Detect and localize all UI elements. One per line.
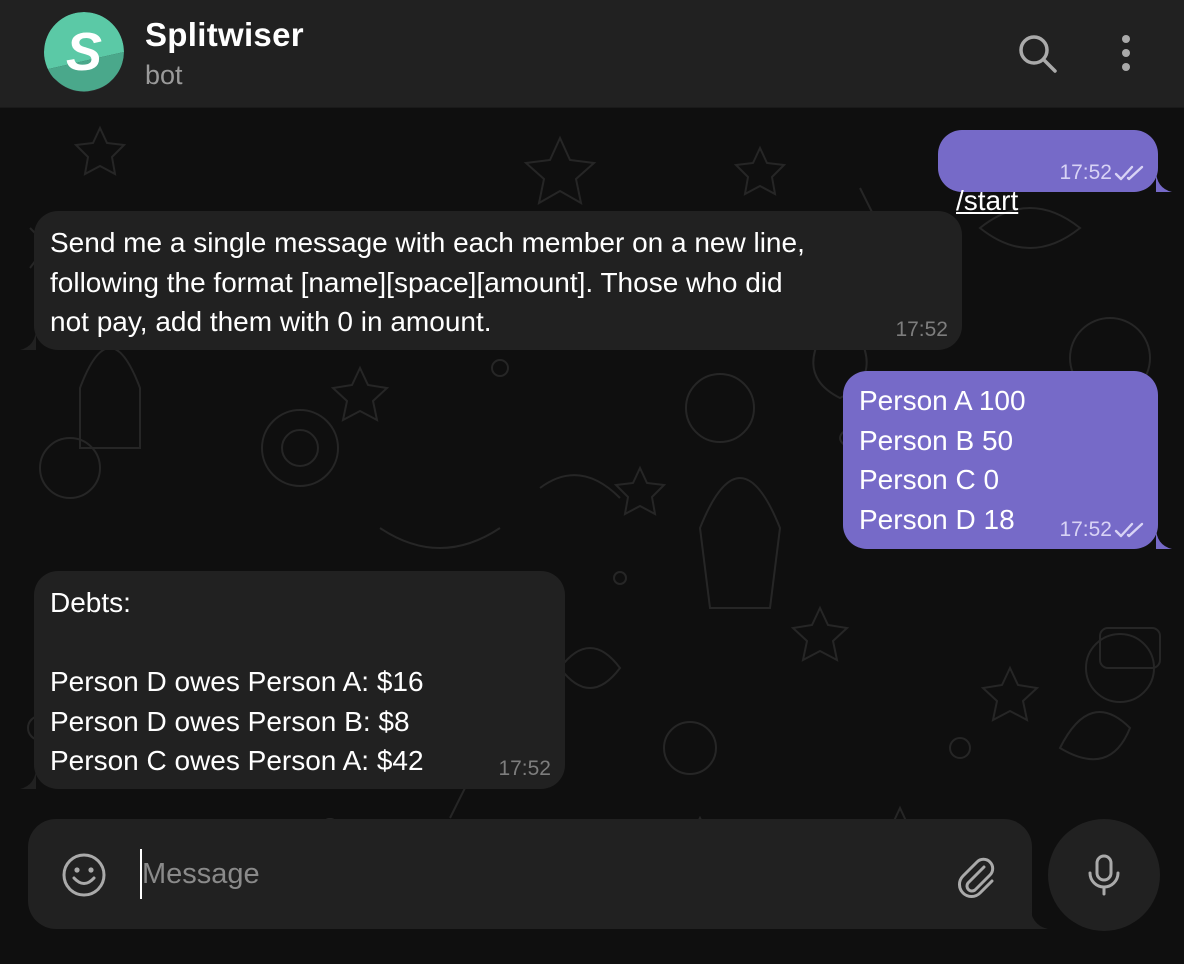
- message-input[interactable]: [140, 849, 920, 899]
- bubble-tail: [1156, 170, 1172, 192]
- double-check-icon: [1114, 522, 1144, 538]
- search-button[interactable]: [1014, 28, 1062, 78]
- message-text: Debts: Person D owes Person A: $16 Perso…: [50, 587, 424, 776]
- chat-title[interactable]: Splitwiser: [145, 16, 304, 54]
- splitwiser-logo-icon: S: [44, 12, 124, 92]
- chat-subtitle: bot: [145, 60, 183, 90]
- message-time: 17:52: [498, 757, 551, 780]
- microphone-icon: [1088, 854, 1120, 896]
- bubble-tail: [20, 328, 36, 350]
- message-time: 17:52: [1059, 161, 1112, 184]
- double-check-icon: [1114, 165, 1144, 181]
- message-incoming[interactable]: Debts: Person D owes Person A: $16 Perso…: [20, 571, 565, 789]
- message-text: Person A 100 Person B 50 Person C 0 Pers…: [859, 385, 1026, 535]
- message-meta: 17:52: [498, 757, 551, 781]
- smiley-icon: [62, 853, 106, 897]
- search-icon: [1019, 35, 1057, 73]
- paperclip-icon: [958, 857, 995, 898]
- message-meta: 17:52: [1059, 161, 1146, 185]
- chat-header: S Splitwiser bot: [0, 0, 1184, 108]
- composer-tail: [1030, 903, 1048, 929]
- message-meta: 17:52: [1059, 518, 1146, 542]
- more-vertical-icon: [1122, 35, 1130, 71]
- bubble-tail: [1156, 527, 1172, 549]
- voice-record-button[interactable]: [1048, 819, 1160, 931]
- message-time: 17:52: [895, 318, 948, 341]
- message-outgoing[interactable]: Person A 100 Person B 50 Person C 0 Pers…: [843, 371, 1172, 549]
- message-incoming[interactable]: Send me a single message with each membe…: [20, 211, 962, 350]
- emoji-button[interactable]: [61, 852, 107, 898]
- bubble-tail: [20, 767, 36, 789]
- more-menu-button[interactable]: [1102, 28, 1150, 78]
- message-composer: [28, 819, 1048, 929]
- bot-avatar[interactable]: S: [44, 12, 124, 92]
- message-time: 17:52: [1059, 518, 1112, 541]
- avatar-letter: S: [66, 22, 102, 82]
- message-outgoing[interactable]: /start 17:52: [938, 130, 1172, 216]
- message-text: Send me a single message with each membe…: [50, 227, 805, 337]
- attach-button[interactable]: [954, 855, 998, 899]
- bot-command-link[interactable]: /start: [956, 185, 1018, 216]
- message-meta: 17:52: [895, 318, 948, 342]
